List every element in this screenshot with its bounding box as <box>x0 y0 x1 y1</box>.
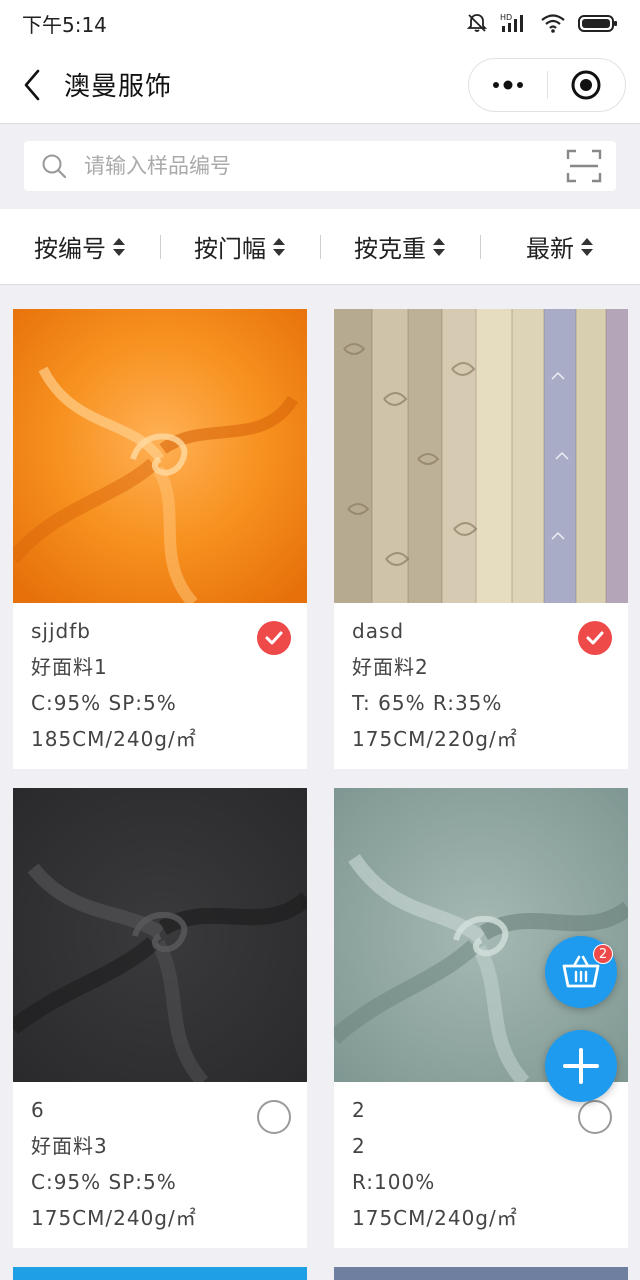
more-button[interactable] <box>469 59 547 111</box>
battery-icon <box>578 15 617 32</box>
product-composition: R:100% <box>352 1170 436 1194</box>
product-card[interactable]: 6 好面料3 C:95% SP:5% 175CM/240g/㎡ <box>13 788 307 1248</box>
sort-by-code[interactable]: 按编号 <box>0 209 160 284</box>
sort-label: 按克重 <box>354 235 426 263</box>
sort-by-newest[interactable]: 最新 <box>480 209 640 284</box>
product-image-printed-panels <box>334 309 628 603</box>
product-composition: T: 65% R:35% <box>352 691 503 715</box>
wifi-icon <box>541 14 565 33</box>
selected-check-icon[interactable] <box>578 621 612 655</box>
scan-icon[interactable] <box>566 149 602 183</box>
sort-label: 最新 <box>526 235 574 263</box>
product-info: dasd 好面料2 T: 65% R:35% 175CM/220g/㎡ <box>334 603 628 769</box>
search-icon <box>40 152 68 180</box>
bell-off-icon <box>466 14 488 32</box>
product-composition: C:95% SP:5% <box>31 1170 177 1194</box>
search-area <box>0 125 640 209</box>
sort-arrows-icon <box>581 237 593 256</box>
product-code: 6 <box>31 1098 45 1122</box>
product-name: 好面料1 <box>31 655 108 679</box>
nav-bar: 澳曼服饰 <box>0 46 640 124</box>
product-code: sjjdfb <box>31 619 91 643</box>
add-button[interactable] <box>545 1030 617 1102</box>
cart-button[interactable]: 2 <box>545 936 617 1008</box>
sort-arrows-icon <box>433 237 445 256</box>
product-image-orange-velvet <box>13 309 307 603</box>
hd-label: HD <box>500 13 512 22</box>
close-mini-program-button[interactable] <box>548 59 626 111</box>
product-spec: 175CM/240g/㎡ <box>352 1206 518 1230</box>
product-name: 好面料2 <box>352 655 429 679</box>
search-box <box>24 141 616 191</box>
product-spec: 175CM/240g/㎡ <box>31 1206 197 1230</box>
product-info: 6 好面料3 C:95% SP:5% 175CM/240g/㎡ <box>13 1082 307 1248</box>
product-spec: 185CM/240g/㎡ <box>31 727 197 751</box>
product-name: 好面料3 <box>31 1134 108 1158</box>
sort-by-width[interactable]: 按门幅 <box>160 209 320 284</box>
sort-arrows-icon <box>273 237 285 256</box>
more-dots-icon <box>492 80 523 90</box>
product-card[interactable]: sjjdfb 好面料1 C:95% SP:5% 185CM/240g/㎡ <box>13 309 307 769</box>
target-icon <box>571 70 601 100</box>
status-icons: HD <box>466 12 618 34</box>
unselected-circle-icon[interactable] <box>578 1100 612 1134</box>
status-bar: 下午5:14 HD <box>0 0 640 46</box>
sort-arrows-icon <box>113 237 125 256</box>
selected-check-icon[interactable] <box>257 621 291 655</box>
chevron-left-icon <box>24 69 40 100</box>
product-card[interactable]: dasd 好面料2 T: 65% R:35% 175CM/220g/㎡ <box>334 309 628 769</box>
unselected-circle-icon[interactable] <box>257 1100 291 1134</box>
status-time: 下午5:14 <box>22 12 107 37</box>
mini-program-capsule <box>468 58 626 112</box>
product-info: sjjdfb 好面料1 C:95% SP:5% 185CM/240g/㎡ <box>13 603 307 769</box>
page-title: 澳曼服饰 <box>64 72 173 102</box>
product-grid: sjjdfb 好面料1 C:95% SP:5% 185CM/240g/㎡ das… <box>0 286 640 1280</box>
product-info: 2 2 R:100% 175CM/240g/㎡ <box>334 1082 628 1248</box>
product-card-partial[interactable] <box>334 1267 628 1280</box>
cart-count-badge: 2 <box>593 944 613 964</box>
search-input[interactable] <box>84 154 524 178</box>
plus-icon <box>563 1048 599 1084</box>
sort-bar: 按编号 按门幅 按克重 最新 <box>0 209 640 285</box>
sort-label: 按编号 <box>34 235 106 263</box>
back-button[interactable] <box>0 46 64 124</box>
product-name: 2 <box>352 1134 366 1158</box>
product-code: dasd <box>352 619 405 643</box>
product-composition: C:95% SP:5% <box>31 691 177 715</box>
sort-by-weight[interactable]: 按克重 <box>320 209 480 284</box>
product-card[interactable]: 2 2 R:100% 175CM/240g/㎡ <box>334 788 628 1248</box>
product-spec: 175CM/220g/㎡ <box>352 727 518 751</box>
signal-icon: HD <box>500 13 523 32</box>
product-image-charcoal-knit <box>13 788 307 1082</box>
product-card-partial[interactable] <box>13 1267 307 1280</box>
sort-label: 按门幅 <box>194 235 266 263</box>
